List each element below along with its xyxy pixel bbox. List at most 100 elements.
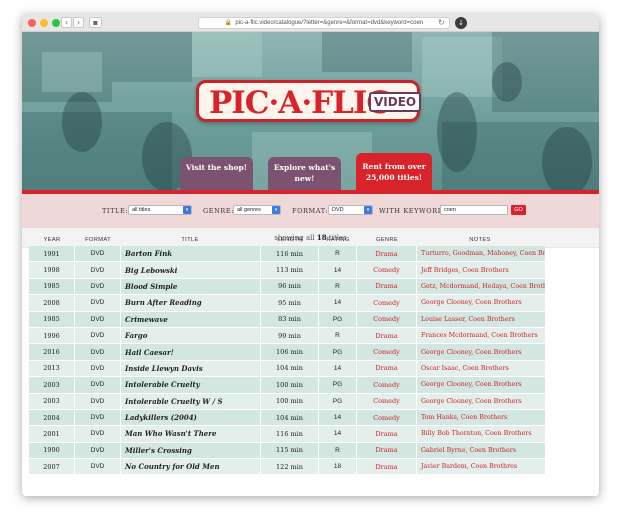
cell-title[interactable]: Intolerable Cruelty — [121, 377, 261, 393]
cell-title[interactable]: Big Lebowski — [121, 262, 261, 278]
back-button[interactable]: ‹ — [61, 17, 72, 28]
cell-genre: Comedy — [357, 311, 417, 327]
cell-rating: R — [319, 278, 357, 295]
cell-title[interactable]: Ladykillers (2004) — [121, 409, 261, 426]
table-row[interactable]: 2007 DVD No Country for Old Men 122 min 18 Dr… — [29, 459, 545, 476]
cell-year: 2003 — [29, 393, 75, 409]
format-filter-label: FORMAT: — [292, 207, 329, 215]
go-button[interactable]: GO — [511, 205, 526, 215]
table-row[interactable]: 2008 DVD Burn After Reading 95 min 14 Comedy G… — [29, 295, 545, 312]
format-select[interactable]: DVD ▾ — [328, 205, 373, 215]
genre-select-value: all genres — [237, 207, 261, 213]
column-header-format[interactable]: FORMAT — [75, 234, 121, 246]
column-header-title[interactable]: TITLE — [121, 234, 261, 246]
title-select-value: all titles — [132, 207, 151, 213]
table-row[interactable]: 2013 DVD Inside Llewyn Davis 104 min 14 Drama… — [29, 360, 545, 378]
table-row[interactable]: 2003 DVD Intolerable Cruelty W / S 100 min P… — [29, 393, 545, 410]
cell-length: 104 min — [261, 360, 319, 377]
cell-length: 116 min — [261, 426, 319, 442]
title-filter-label: TITLE: — [102, 207, 129, 215]
cell-genre: Drama — [357, 426, 417, 442]
cell-title[interactable]: Miller's Crossing — [121, 442, 261, 459]
table-row[interactable]: 1998 DVD Big Lebowski 113 min 14 Comedy Jeff B… — [29, 262, 545, 279]
visit-shop-button[interactable]: Visit the shop! — [180, 157, 253, 190]
cell-rating: PG — [319, 377, 357, 393]
cell-notes: Jeff Bridges, Coen Brothers — [421, 266, 509, 274]
table-row[interactable]: 2016 DVD Hail Caesar! 106 min PG Comedy George… — [29, 344, 545, 361]
hero-collage-figure — [437, 92, 477, 172]
hero-collage-tile — [112, 32, 192, 82]
cell-format: DVD — [75, 360, 121, 377]
cell-format: DVD — [75, 393, 121, 409]
table-row[interactable]: 1996 DVD Fargo 99 min R Drama Frances Mcdorman… — [29, 327, 545, 345]
download-icon[interactable]: ↓ — [455, 17, 467, 29]
table-row[interactable]: 1991 DVD Barton Fink 116 min R Drama Turturro,… — [29, 246, 545, 263]
rent-titles-button[interactable]: Rent from over 25,000 titles! — [356, 153, 432, 190]
cell-genre: Comedy — [357, 377, 417, 393]
column-header-rating[interactable]: RATING — [319, 234, 357, 246]
sidebar-icon[interactable]: ▪ — [89, 17, 102, 28]
cell-genre: Drama — [357, 442, 417, 459]
column-header-length[interactable]: LENGTH — [261, 234, 319, 246]
keyword-input[interactable]: coen — [440, 205, 508, 215]
cell-length: 100 min — [261, 377, 319, 393]
forward-button[interactable]: › — [73, 17, 84, 28]
zoom-window-button[interactable] — [52, 19, 60, 27]
window-controls — [28, 19, 60, 27]
format-select-value: DVD — [332, 207, 344, 213]
cell-length: 95 min — [261, 295, 319, 311]
cell-notes: Javier Bardem, Coen Brothres — [421, 463, 518, 471]
browser-toolbar: ‹ › ▪ 🔒 pic-a-flic.video/catalogue/?lette… — [22, 14, 599, 32]
chevron-down-icon: ▾ — [183, 206, 191, 214]
table-row[interactable]: 1985 DVD Blood Simple 96 min R Drama Getz, Mcd… — [29, 278, 545, 296]
column-header-year[interactable]: YEAR — [29, 234, 75, 246]
cell-title[interactable]: Barton Fink — [121, 246, 261, 262]
table-row[interactable]: 2001 DVD Man Who Wasn't There 116 min 14 Dram… — [29, 426, 545, 443]
cell-year: 1990 — [29, 442, 75, 459]
cell-genre: Comedy — [357, 344, 417, 360]
explore-new-button[interactable]: Explore what's new! — [268, 157, 341, 190]
cell-genre: Drama — [357, 246, 417, 262]
cell-year: 2016 — [29, 344, 75, 360]
cell-length: 100 min — [261, 393, 319, 409]
cell-notes: Turturro, Goodman, Mahoney, Coen Brother… — [421, 250, 545, 258]
cell-format: DVD — [75, 409, 121, 426]
cell-length: 104 min — [261, 409, 319, 426]
cell-title[interactable]: Man Who Wasn't There — [121, 426, 261, 442]
cell-rating: PG — [319, 311, 357, 327]
cell-title[interactable]: Hail Caesar! — [121, 344, 261, 360]
table-row[interactable]: 1990 DVD Miller's Crossing 115 min R Drama Gab… — [29, 442, 545, 460]
table-row[interactable]: 2003 DVD Intolerable Cruelty 100 min PG Comed… — [29, 377, 545, 394]
cell-title[interactable]: Inside Llewyn Davis — [121, 360, 261, 377]
cell-format: DVD — [75, 262, 121, 278]
title-select[interactable]: all titles ▾ — [128, 205, 192, 215]
hero-banner: PIC·A·FLIC VIDEO Visit the shop! Explore… — [22, 32, 599, 190]
cell-title[interactable]: Crimewave — [121, 311, 261, 327]
cell-title[interactable]: Fargo — [121, 327, 261, 344]
chevron-down-icon: ▾ — [364, 206, 372, 214]
column-header-notes[interactable]: NOTES — [417, 234, 545, 246]
cell-genre: Comedy — [357, 393, 417, 409]
site-logo[interactable]: PIC·A·FLIC VIDEO — [196, 80, 422, 122]
table-row[interactable]: 1985 DVD Crimewave 83 min PG Comedy Louise Las… — [29, 311, 545, 328]
cell-length: 106 min — [261, 344, 319, 360]
cell-title[interactable]: Intolerable Cruelty W / S — [121, 393, 261, 409]
close-window-button[interactable] — [28, 19, 36, 27]
filter-bar: TITLE: all titles ▾ GENRE: all genres ▾ … — [22, 194, 599, 228]
minimize-window-button[interactable] — [40, 19, 48, 27]
cell-year: 2007 — [29, 459, 75, 475]
column-header-genre[interactable]: GENRE — [357, 234, 417, 246]
table-row[interactable]: 2004 DVD Ladykillers (2004) 104 min 14 Comedy… — [29, 409, 545, 427]
keyword-filter-label: WITH KEYWORD: — [379, 207, 447, 215]
cell-year: 2004 — [29, 409, 75, 426]
address-bar[interactable]: 🔒 pic-a-flic.video/catalogue/?letter=&gen… — [198, 17, 450, 29]
genre-select[interactable]: all genres ▾ — [233, 205, 281, 215]
hero-collage-tile — [192, 32, 262, 77]
cell-title[interactable]: No Country for Old Men — [121, 459, 261, 475]
cell-genre: Drama — [357, 327, 417, 344]
cell-title[interactable]: Burn After Reading — [121, 295, 261, 311]
cell-rating: R — [319, 442, 357, 459]
cell-format: DVD — [75, 278, 121, 295]
reload-icon[interactable]: ↻ — [438, 17, 445, 28]
cell-title[interactable]: Blood Simple — [121, 278, 261, 295]
